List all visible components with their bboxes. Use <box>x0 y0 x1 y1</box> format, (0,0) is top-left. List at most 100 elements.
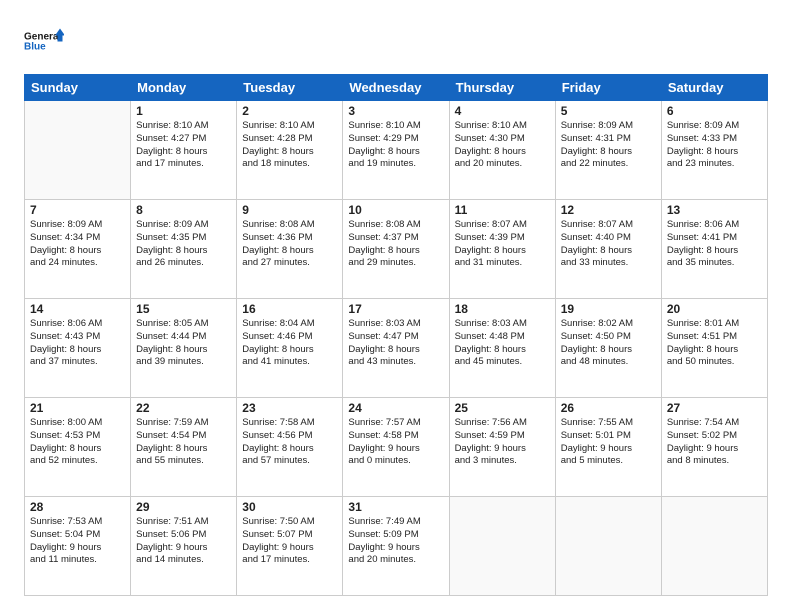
calendar-week-row: 1 Sunrise: 8:10 AMSunset: 4:27 PMDaylight… <box>25 101 768 200</box>
calendar-cell: 1 Sunrise: 8:10 AMSunset: 4:27 PMDaylight… <box>131 101 237 200</box>
day-info: Sunrise: 8:03 AMSunset: 4:48 PMDaylight:… <box>455 318 550 369</box>
day-info: Sunrise: 8:10 AMSunset: 4:28 PMDaylight:… <box>242 120 337 171</box>
calendar-cell <box>25 101 131 200</box>
day-number: 15 <box>136 302 231 316</box>
weekday-header: Saturday <box>661 75 767 101</box>
day-number: 7 <box>30 203 125 217</box>
day-info: Sunrise: 7:54 AMSunset: 5:02 PMDaylight:… <box>667 417 762 468</box>
day-number: 2 <box>242 104 337 118</box>
calendar-cell: 2 Sunrise: 8:10 AMSunset: 4:28 PMDaylight… <box>237 101 343 200</box>
day-info: Sunrise: 8:10 AMSunset: 4:27 PMDaylight:… <box>136 120 231 171</box>
day-info: Sunrise: 8:01 AMSunset: 4:51 PMDaylight:… <box>667 318 762 369</box>
day-number: 10 <box>348 203 443 217</box>
calendar-cell: 31Sunrise: 7:49 AMSunset: 5:09 PMDayligh… <box>343 497 449 596</box>
calendar-cell <box>555 497 661 596</box>
day-number: 12 <box>561 203 656 217</box>
calendar-week-row: 28 Sunrise: 7:53 AMSunset: 5:04 PMDayligh… <box>25 497 768 596</box>
day-number: 28 <box>30 500 125 514</box>
day-number: 18 <box>455 302 550 316</box>
day-info: Sunrise: 8:02 AMSunset: 4:50 PMDaylight:… <box>561 318 656 369</box>
day-info: Sunrise: 7:53 AMSunset: 5:04 PMDaylight:… <box>30 516 125 567</box>
day-info: Sunrise: 8:00 AMSunset: 4:53 PMDaylight:… <box>30 417 125 468</box>
day-number: 1 <box>136 104 231 118</box>
weekday-header: Wednesday <box>343 75 449 101</box>
day-info: Sunrise: 8:10 AMSunset: 4:29 PMDaylight:… <box>348 120 443 171</box>
calendar-cell: 21Sunrise: 8:00 AMSunset: 4:53 PMDayligh… <box>25 398 131 497</box>
svg-text:Blue: Blue <box>24 42 46 53</box>
calendar-cell: 19 Sunrise: 8:02 AMSunset: 4:50 PMDayligh… <box>555 299 661 398</box>
day-number: 24 <box>348 401 443 415</box>
day-number: 11 <box>455 203 550 217</box>
day-number: 9 <box>242 203 337 217</box>
day-number: 23 <box>242 401 337 415</box>
day-info: Sunrise: 8:08 AMSunset: 4:37 PMDaylight:… <box>348 219 443 270</box>
weekday-header: Thursday <box>449 75 555 101</box>
calendar-cell: 6Sunrise: 8:09 AMSunset: 4:33 PMDaylight… <box>661 101 767 200</box>
day-number: 26 <box>561 401 656 415</box>
day-info: Sunrise: 8:07 AMSunset: 4:39 PMDaylight:… <box>455 219 550 270</box>
day-number: 16 <box>242 302 337 316</box>
calendar-cell: 7 Sunrise: 8:09 AMSunset: 4:34 PMDaylight… <box>25 200 131 299</box>
day-number: 30 <box>242 500 337 514</box>
calendar-cell: 18 Sunrise: 8:03 AMSunset: 4:48 PMDayligh… <box>449 299 555 398</box>
calendar-cell: 27 Sunrise: 7:54 AMSunset: 5:02 PMDayligh… <box>661 398 767 497</box>
day-number: 27 <box>667 401 762 415</box>
calendar-cell: 25Sunrise: 7:56 AMSunset: 4:59 PMDayligh… <box>449 398 555 497</box>
calendar-cell: 3 Sunrise: 8:10 AMSunset: 4:29 PMDaylight… <box>343 101 449 200</box>
day-info: Sunrise: 8:09 AMSunset: 4:34 PMDaylight:… <box>30 219 125 270</box>
day-number: 6 <box>667 104 762 118</box>
weekday-header: Sunday <box>25 75 131 101</box>
calendar-cell: 30 Sunrise: 7:50 AMSunset: 5:07 PMDayligh… <box>237 497 343 596</box>
day-number: 25 <box>455 401 550 415</box>
weekday-header: Friday <box>555 75 661 101</box>
calendar-week-row: 21Sunrise: 8:00 AMSunset: 4:53 PMDayligh… <box>25 398 768 497</box>
calendar-cell: 17Sunrise: 8:03 AMSunset: 4:47 PMDayligh… <box>343 299 449 398</box>
day-info: Sunrise: 8:08 AMSunset: 4:36 PMDaylight:… <box>242 219 337 270</box>
calendar-cell: 14Sunrise: 8:06 AMSunset: 4:43 PMDayligh… <box>25 299 131 398</box>
calendar-week-row: 14Sunrise: 8:06 AMSunset: 4:43 PMDayligh… <box>25 299 768 398</box>
calendar-cell: 22Sunrise: 7:59 AMSunset: 4:54 PMDayligh… <box>131 398 237 497</box>
page-header: General Blue <box>24 20 768 62</box>
day-number: 19 <box>561 302 656 316</box>
calendar-cell: 10 Sunrise: 8:08 AMSunset: 4:37 PMDayligh… <box>343 200 449 299</box>
calendar-cell: 20 Sunrise: 8:01 AMSunset: 4:51 PMDayligh… <box>661 299 767 398</box>
day-info: Sunrise: 8:07 AMSunset: 4:40 PMDaylight:… <box>561 219 656 270</box>
logo: General Blue <box>24 20 64 62</box>
day-info: Sunrise: 7:51 AMSunset: 5:06 PMDaylight:… <box>136 516 231 567</box>
day-number: 17 <box>348 302 443 316</box>
calendar-cell: 26 Sunrise: 7:55 AMSunset: 5:01 PMDayligh… <box>555 398 661 497</box>
day-info: Sunrise: 8:06 AMSunset: 4:43 PMDaylight:… <box>30 318 125 369</box>
day-info: Sunrise: 7:59 AMSunset: 4:54 PMDaylight:… <box>136 417 231 468</box>
day-number: 3 <box>348 104 443 118</box>
day-info: Sunrise: 7:58 AMSunset: 4:56 PMDaylight:… <box>242 417 337 468</box>
calendar-header-row: SundayMondayTuesdayWednesdayThursdayFrid… <box>25 75 768 101</box>
calendar-cell: 5 Sunrise: 8:09 AMSunset: 4:31 PMDaylight… <box>555 101 661 200</box>
logo-svg: General Blue <box>24 20 64 62</box>
day-info: Sunrise: 8:09 AMSunset: 4:31 PMDaylight:… <box>561 120 656 171</box>
calendar-table: SundayMondayTuesdayWednesdayThursdayFrid… <box>24 74 768 596</box>
calendar-cell: 12 Sunrise: 8:07 AMSunset: 4:40 PMDayligh… <box>555 200 661 299</box>
day-info: Sunrise: 8:10 AMSunset: 4:30 PMDaylight:… <box>455 120 550 171</box>
day-number: 13 <box>667 203 762 217</box>
calendar-cell: 28 Sunrise: 7:53 AMSunset: 5:04 PMDayligh… <box>25 497 131 596</box>
weekday-header: Monday <box>131 75 237 101</box>
calendar-cell <box>661 497 767 596</box>
day-number: 20 <box>667 302 762 316</box>
day-number: 5 <box>561 104 656 118</box>
day-info: Sunrise: 7:49 AMSunset: 5:09 PMDaylight:… <box>348 516 443 567</box>
day-info: Sunrise: 7:57 AMSunset: 4:58 PMDaylight:… <box>348 417 443 468</box>
svg-text:General: General <box>24 32 61 43</box>
calendar-cell <box>449 497 555 596</box>
day-info: Sunrise: 7:55 AMSunset: 5:01 PMDaylight:… <box>561 417 656 468</box>
day-number: 4 <box>455 104 550 118</box>
calendar-cell: 29Sunrise: 7:51 AMSunset: 5:06 PMDayligh… <box>131 497 237 596</box>
day-info: Sunrise: 8:05 AMSunset: 4:44 PMDaylight:… <box>136 318 231 369</box>
calendar-cell: 4 Sunrise: 8:10 AMSunset: 4:30 PMDaylight… <box>449 101 555 200</box>
calendar-cell: 11 Sunrise: 8:07 AMSunset: 4:39 PMDayligh… <box>449 200 555 299</box>
day-info: Sunrise: 8:09 AMSunset: 4:35 PMDaylight:… <box>136 219 231 270</box>
day-info: Sunrise: 7:50 AMSunset: 5:07 PMDaylight:… <box>242 516 337 567</box>
calendar-cell: 8Sunrise: 8:09 AMSunset: 4:35 PMDaylight… <box>131 200 237 299</box>
calendar-cell: 9 Sunrise: 8:08 AMSunset: 4:36 PMDaylight… <box>237 200 343 299</box>
weekday-header: Tuesday <box>237 75 343 101</box>
calendar-week-row: 7 Sunrise: 8:09 AMSunset: 4:34 PMDaylight… <box>25 200 768 299</box>
